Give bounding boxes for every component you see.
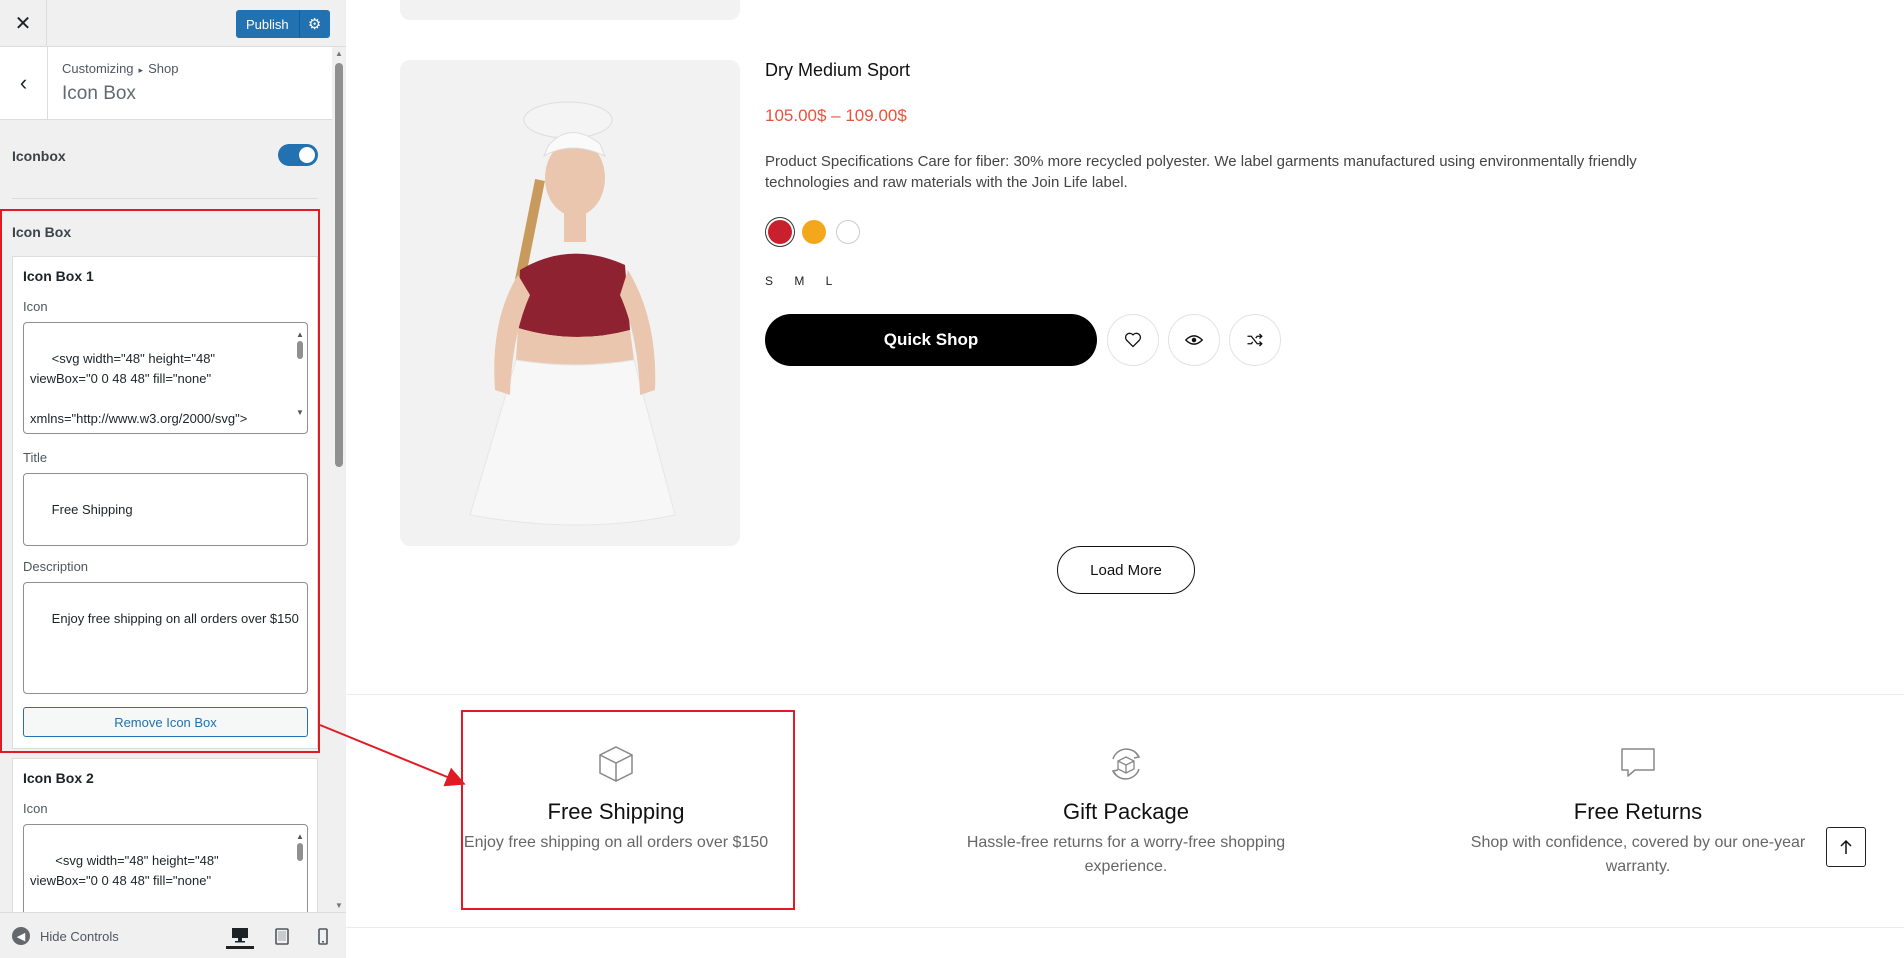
iconbox-toggle[interactable] [278,144,318,166]
load-more-button[interactable]: Load More [1057,546,1195,594]
heart-icon[interactable] [1107,314,1159,366]
description-textarea[interactable]: Enjoy free shipping on all orders over $… [23,582,308,694]
gift-package-icon [956,745,1296,785]
eye-icon[interactable] [1168,314,1220,366]
product-price: 105.00$ – 109.00$ [765,106,907,125]
iconbox-toggle-label: Iconbox [12,148,66,164]
icon-label: Icon [23,299,48,314]
divider [12,198,318,199]
title-textarea[interactable]: Free Shipping [23,473,308,546]
breadcrumb-child: Shop [148,61,179,76]
icon-box-heading: Icon Box 2 [23,770,94,786]
back-arrow-icon[interactable]: ‹ [0,47,48,119]
publish-group: Publish ⚙ [236,10,330,38]
iconbox-item: Gift Package Hassle-free returns for a w… [956,745,1296,879]
hide-controls-button[interactable]: ◀ Hide Controls [12,927,119,945]
hide-controls-label: Hide Controls [40,928,119,944]
title-value: Free Shipping [51,502,133,517]
color-swatch-white[interactable] [836,220,860,244]
iconbox-item: Free Returns Shop with confidence, cover… [1468,745,1808,879]
collapse-icon: ◀ [12,927,30,945]
iconbox-title: Free Returns [1573,799,1703,824]
box-icon [446,745,786,785]
iconbox-description: Shop with confidence, covered by our one… [1470,834,1806,875]
back-to-top-icon[interactable] [1826,827,1866,867]
title-label: Title [23,450,48,465]
size-options[interactable]: S M L [765,274,841,288]
icon-svg-textarea[interactable]: <svg width="48" height="48" viewBox="0 0… [23,322,308,434]
customizer-footer: ◀ Hide Controls [0,912,346,958]
site-preview: Dry Medium Sport 105.00$ – 109.00$ Produ… [346,0,1904,958]
chat-bubble-icon [1468,745,1808,785]
scroll-down-icon[interactable]: ▼ [335,901,343,910]
color-swatches [765,220,860,244]
color-swatch-red[interactable] [768,220,792,244]
iconbox-item: Free Shipping Enjoy free shipping on all… [446,745,786,855]
iconbox-toggle-row: Iconbox [12,140,318,172]
customizer-sidebar: ✕ Publish ⚙ ‹ Customizing ▸ Shop Icon Box … [0,0,346,958]
product-image[interactable] [400,60,740,546]
close-icon[interactable]: ✕ [0,0,47,46]
iconbox-title: Gift Package [1063,799,1189,824]
icon-box-heading: Icon Box 1 [23,268,94,284]
section-title: Icon Box [62,83,136,104]
mobile-icon[interactable] [309,923,337,949]
section-header: ‹ Customizing ▸ Shop Icon Box [0,47,332,120]
gear-icon[interactable]: ⚙ [299,10,330,38]
icon-svg-value: <svg width="48" height="48" viewBox="0 0… [30,351,248,433]
shuffle-icon[interactable] [1229,314,1281,366]
scroll-up-icon[interactable]: ▲ [335,49,343,58]
iconbox-section: Free Shipping Enjoy free shipping on all… [346,694,1904,928]
textarea-scrollbar[interactable]: ▲ ▼ [295,325,305,423]
tablet-icon[interactable] [268,923,296,949]
iconbox-description: Hassle-free returns for a worry-free sho… [966,834,1286,875]
customizer-topbar: ✕ Publish ⚙ [0,0,346,47]
desktop-icon[interactable] [226,923,254,949]
description-value: Enjoy free shipping on all orders over $… [51,611,299,626]
iconbox-title: Free Shipping [547,799,685,824]
product-description: Product Specifications Care for fiber: 3… [765,153,1637,191]
textarea-scrollbar[interactable]: ▲ [295,827,305,913]
remove-icon-box-button[interactable]: Remove Icon Box [23,707,308,737]
icon-box-1: Icon Box 1 Icon <svg width="48" height="… [12,256,318,749]
previous-product-image[interactable] [400,0,740,20]
breadcrumb-root: Customizing [62,61,134,76]
publish-button[interactable]: Publish [236,10,300,38]
product-title[interactable]: Dry Medium Sport [765,60,910,81]
description-label: Description [23,559,89,574]
quick-shop-button[interactable]: Quick Shop [765,314,1097,366]
color-swatch-orange[interactable] [802,220,826,244]
icon-svg-textarea[interactable]: <svg width="48" height="48" viewBox="0 0… [23,824,308,924]
icon-label: Icon [23,801,48,816]
breadcrumb-separator-icon: ▸ [138,65,144,75]
icon-box-group-title: Icon Box [12,224,72,240]
scroll-thumb[interactable] [335,63,343,467]
sidebar-scrollbar[interactable]: ▲ ▼ [332,47,346,912]
breadcrumb: Customizing ▸ Shop [62,61,178,76]
iconbox-description: Enjoy free shipping on all orders over $… [463,834,769,851]
icon-box-2: Icon Box 2 Icon <svg width="48" height="… [12,758,318,924]
